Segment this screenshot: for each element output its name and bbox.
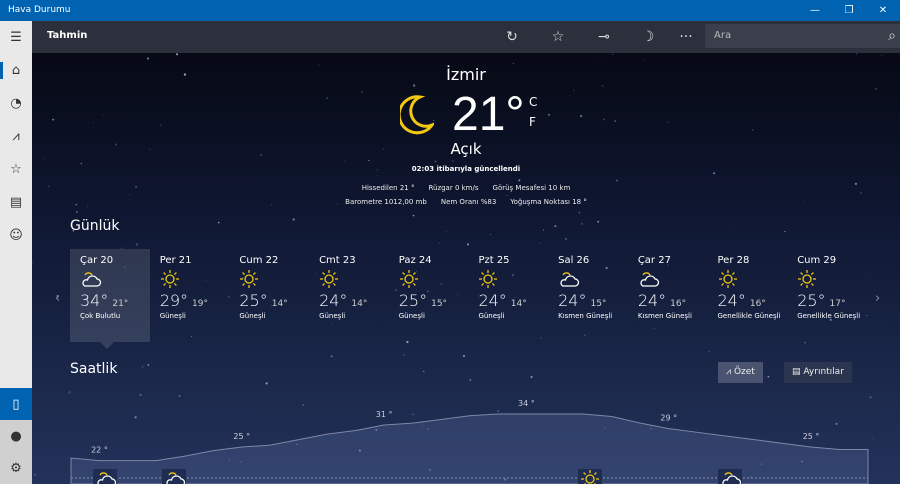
hourly-chart: 22 ° 25 ° 31 ° 34 ° 29 ° 25 °	[70, 399, 869, 484]
forecast-maps-icon[interactable]: ◔	[0, 87, 32, 120]
temperature-area	[70, 413, 869, 484]
hourly-temp-label: 31 °	[376, 410, 393, 419]
hourly-temp-label: 34 °	[518, 399, 535, 408]
sidebar: ☰ ⌂ ◔ ⩘ ☆ ▤ ☺ ▯ ● ⚙	[0, 21, 32, 484]
home-icon[interactable]: ⌂	[0, 54, 32, 87]
partly-cloudy-icon	[162, 469, 186, 484]
hourly-temp-label: 29 °	[660, 414, 677, 423]
account-icon[interactable]: ●	[0, 420, 32, 452]
title-bar: Hava Durumu — ❐ ✕	[0, 0, 900, 21]
feedback-icon[interactable]: ☺	[0, 219, 32, 252]
menu-icon[interactable]: ☰	[0, 21, 32, 54]
hourly-temp-label: 22 °	[91, 446, 108, 455]
partly-cloudy-icon	[93, 469, 117, 484]
sun-icon	[578, 469, 602, 484]
news-icon[interactable]: ▤	[0, 186, 32, 219]
close-button[interactable]: ✕	[866, 0, 900, 21]
hourly-temp-label: 25 °	[803, 432, 820, 441]
app-title: Hava Durumu	[8, 5, 71, 15]
settings-icon[interactable]: ⚙	[0, 452, 32, 484]
main-content: Tahmin ↻ ☆ ⊸ ☽ ··· Ara ⌕ İzmir 21° C F Aç…	[32, 21, 900, 484]
favorites-icon[interactable]: ☆	[0, 153, 32, 186]
phone-icon[interactable]: ▯	[0, 388, 32, 420]
minimize-button[interactable]: —	[798, 0, 832, 21]
historical-icon[interactable]: ⩘	[0, 120, 32, 153]
maximize-button[interactable]: ❐	[832, 0, 866, 21]
partly-cloudy-icon	[718, 469, 742, 484]
hourly-temp-label: 25 °	[233, 432, 250, 441]
